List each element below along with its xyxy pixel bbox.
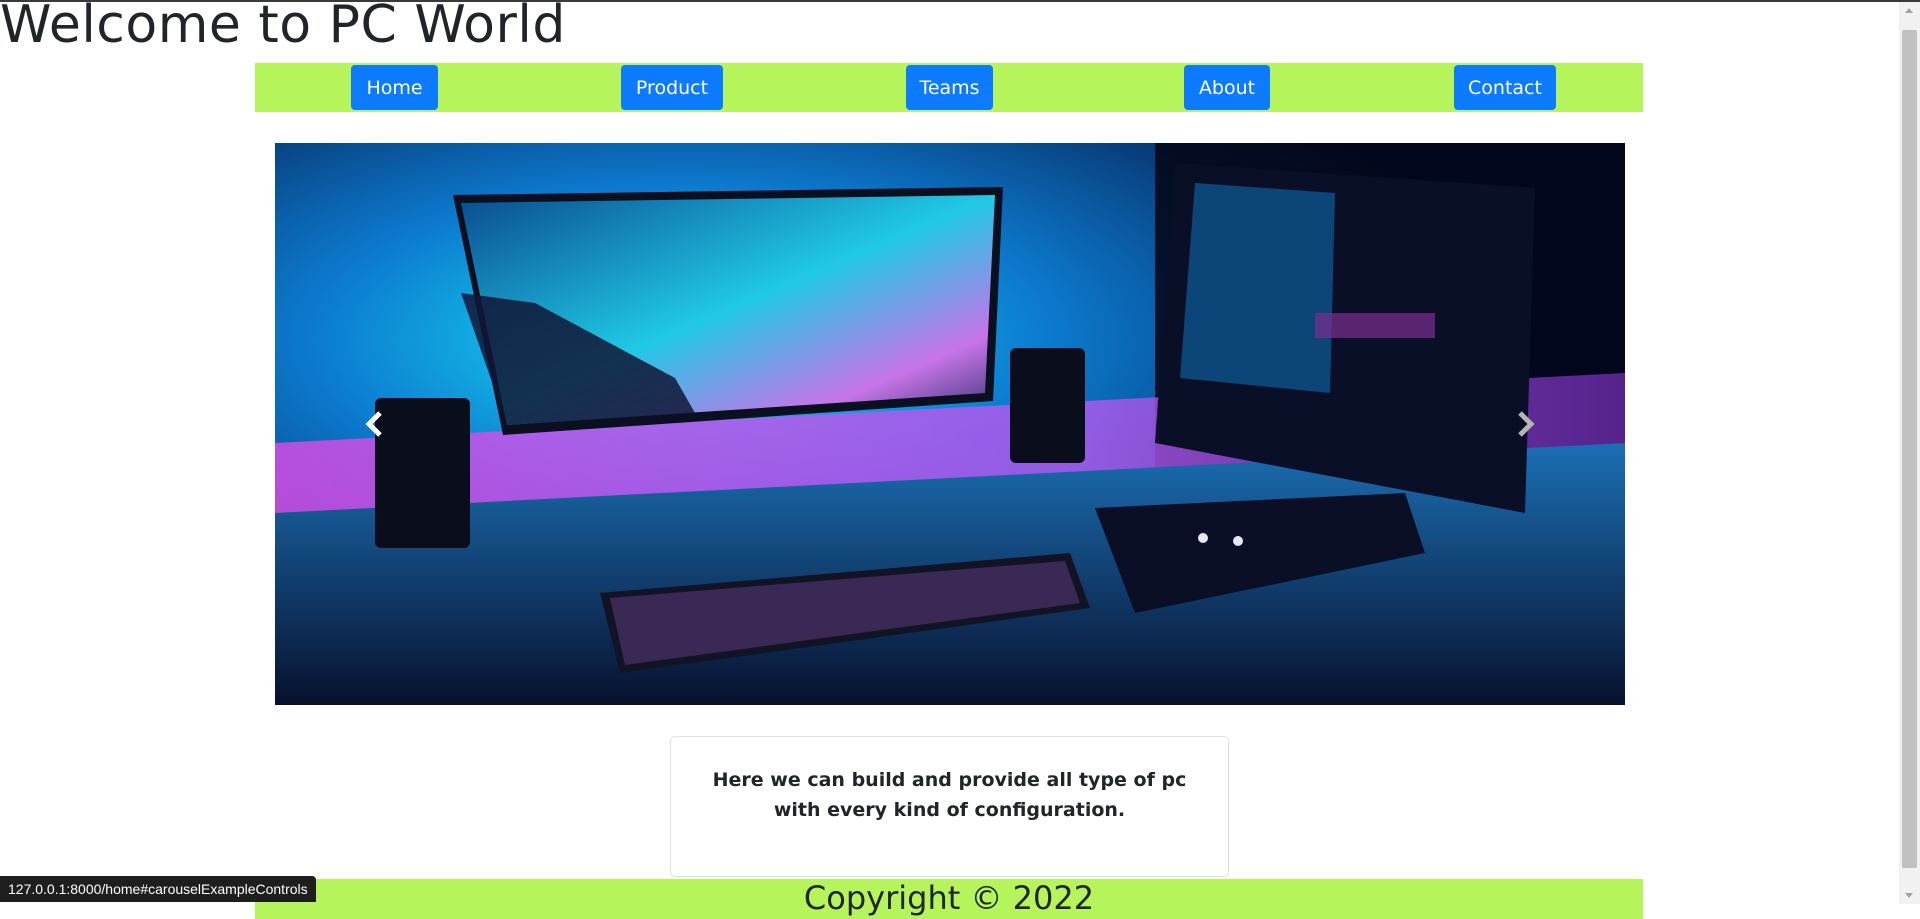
chevron-left-icon (365, 411, 382, 437)
info-card: Here we can build and provide all type o… (670, 736, 1229, 877)
nav-about-button[interactable]: About (1184, 65, 1270, 110)
scroll-up-icon[interactable] (1905, 8, 1913, 13)
info-card-text: Here we can build and provide all type o… (712, 769, 1187, 821)
carousel-next-button[interactable] (1425, 143, 1625, 705)
scroll-down-icon[interactable] (1905, 893, 1913, 898)
scrollbar-thumb[interactable] (1902, 30, 1917, 868)
page: Welcome to PC World Home Product Teams A… (0, 0, 1899, 919)
chevron-right-icon (1518, 411, 1535, 437)
carousel-prev-button[interactable] (275, 143, 475, 705)
nav-product-button[interactable]: Product (621, 65, 723, 110)
gaming-pc-desk-image (275, 143, 1625, 705)
copyright-text: Copyright © 2022 (803, 879, 1095, 917)
vertical-scrollbar[interactable] (1899, 2, 1920, 904)
carousel (275, 143, 1625, 705)
footer: Copyright © 2022 (255, 879, 1643, 919)
page-title: Welcome to PC World (0, 0, 566, 55)
nav-teams-button[interactable]: Teams (906, 65, 993, 110)
browser-status-bar: 127.0.0.1:8000/home#carouselExampleContr… (0, 876, 316, 902)
nav-home-button[interactable]: Home (351, 65, 438, 110)
nav-contact-button[interactable]: Contact (1454, 65, 1556, 110)
navbar: Home Product Teams About Contact (255, 63, 1643, 112)
